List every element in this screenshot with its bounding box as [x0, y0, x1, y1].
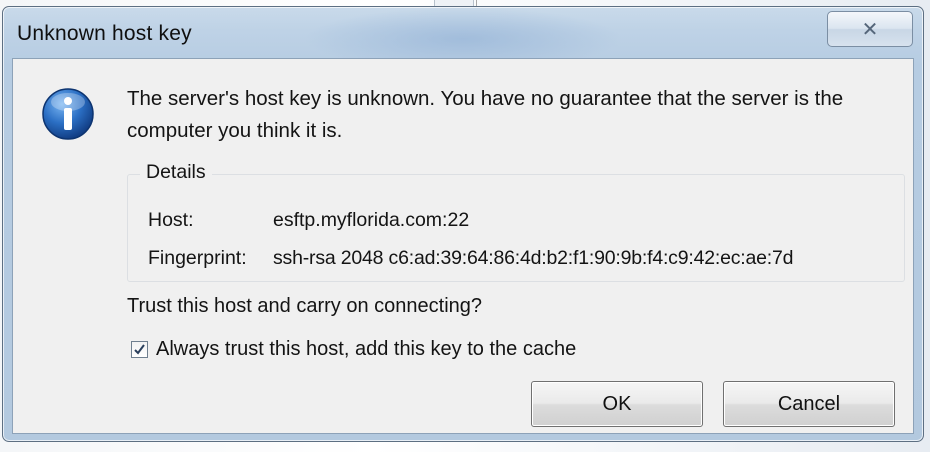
- details-group: Details Host: esftp.myflorida.com:22 Fin…: [127, 161, 905, 282]
- host-value: esftp.myflorida.com:22: [273, 209, 470, 231]
- dialog-title: Unknown host key: [17, 22, 192, 45]
- always-trust-option[interactable]: Always trust this host, add this key to …: [131, 338, 576, 361]
- fingerprint-label: Fingerprint:: [148, 247, 247, 269]
- close-button[interactable]: ✕: [827, 11, 913, 47]
- host-label: Host:: [148, 209, 194, 231]
- trust-question: Trust this host and carry on connecting?: [127, 295, 482, 317]
- information-icon: [42, 88, 94, 140]
- fingerprint-value: ssh-rsa 2048 c6:ad:39:64:86:4d:b2:f1:90:…: [273, 247, 794, 269]
- always-trust-checkbox[interactable]: [131, 341, 148, 358]
- fingerprint-row: Fingerprint: ssh-rsa 2048 c6:ad:39:64:86…: [148, 247, 794, 270]
- always-trust-label[interactable]: Always trust this host, add this key to …: [156, 338, 576, 361]
- warning-message: The server's host key is unknown. You ha…: [127, 87, 844, 142]
- cancel-button[interactable]: Cancel: [723, 381, 895, 427]
- host-row: Host: esftp.myflorida.com:22: [148, 209, 469, 232]
- dialog-content: The server's host key is unknown. You ha…: [12, 58, 914, 434]
- details-legend: Details: [140, 161, 212, 184]
- unknown-host-key-dialog: Unknown host key ✕ The server's host key…: [2, 6, 924, 442]
- ok-button[interactable]: OK: [531, 381, 703, 427]
- close-icon: ✕: [861, 17, 879, 41]
- checkmark-icon: [134, 344, 145, 355]
